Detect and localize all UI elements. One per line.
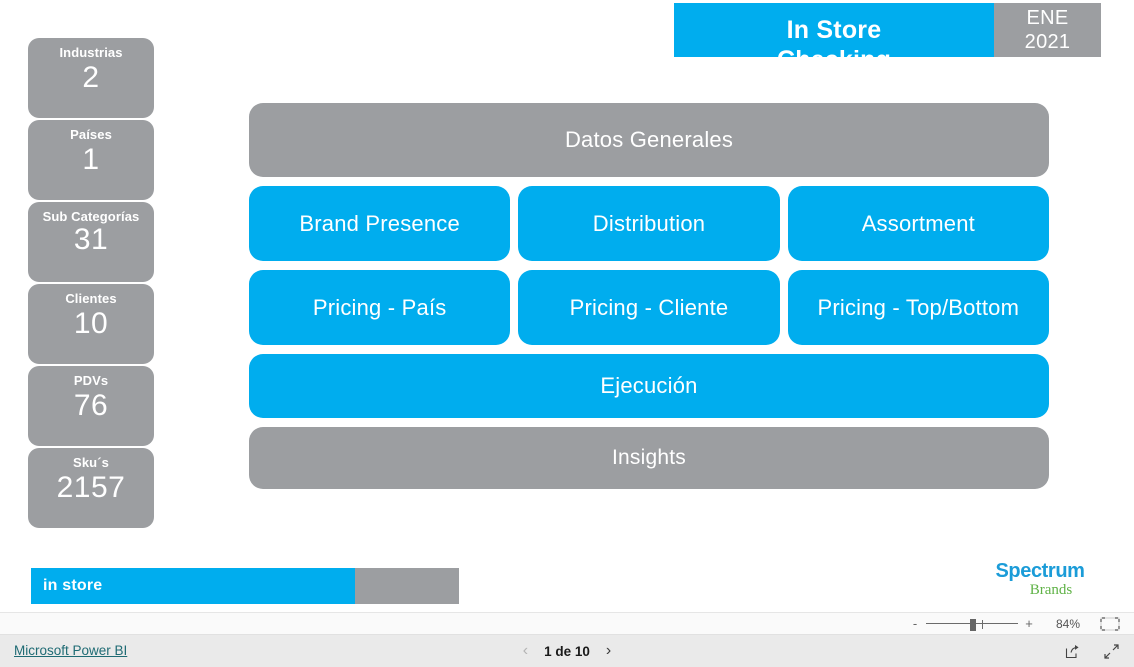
kpi-value: 76: [73, 389, 109, 422]
kpi-label: PDVs: [73, 373, 109, 388]
kpi-card-industrias[interactable]: Industrias 2: [28, 38, 154, 118]
status-bar: Microsoft Power BI ‹ 1 de 10 ›: [0, 635, 1134, 667]
kpi-value: 1: [82, 143, 100, 176]
nav-row-ejecucion: Ejecución: [249, 354, 1049, 418]
instore-badge-grey: [355, 568, 459, 604]
nav-row-datos-generales: Datos Generales: [249, 103, 1049, 177]
nav-row-pricing: Pricing - País Pricing - Cliente Pricing…: [249, 270, 1049, 345]
status-bar-actions: [1064, 643, 1120, 660]
nav-button-assortment[interactable]: Assortment: [787, 186, 1049, 261]
instore-badge-label: in store: [43, 577, 103, 594]
navigation-button-stack: Datos Generales Brand Presence Distribut…: [249, 103, 1049, 499]
kpi-label: Clientes: [65, 291, 117, 306]
nav-button-insights[interactable]: Insights: [249, 427, 1049, 489]
share-icon[interactable]: [1064, 643, 1081, 660]
spectrum-brands-logo: Spectrum Brands: [980, 560, 1100, 599]
logo-secondary-text: Brands: [1029, 582, 1073, 598]
chevron-left-icon[interactable]: ‹: [523, 643, 528, 659]
zoom-percent-label: 84%: [1055, 616, 1081, 631]
page-navigation: ‹ 1 de 10 ›: [0, 643, 1134, 659]
zoom-slider[interactable]: [926, 618, 1018, 631]
report-date-month: ENE: [1026, 7, 1069, 29]
nav-button-distribution[interactable]: Distribution: [518, 186, 780, 261]
report-title-line1: In Store: [786, 16, 882, 44]
logo-primary-text: Spectrum: [995, 560, 1085, 582]
page-indicator-label: 1 de 10: [544, 643, 590, 659]
nav-row-insights: Insights: [249, 427, 1049, 489]
fit-to-page-icon[interactable]: [1100, 616, 1120, 631]
zoom-toolbar: - + 84%: [0, 612, 1134, 635]
nav-button-ejecucion[interactable]: Ejecución: [249, 354, 1049, 418]
report-title-block: In Store Checking: [674, 3, 994, 57]
kpi-label: Sub Categorías: [42, 209, 140, 224]
instore-badge-blue: in store: [31, 568, 355, 604]
nav-button-brand-presence[interactable]: Brand Presence: [249, 186, 511, 261]
zoom-slider-thumb[interactable]: [970, 618, 976, 631]
report-date-block: ENE 2021: [994, 3, 1101, 57]
kpi-card-paises[interactable]: Países 1: [28, 120, 154, 200]
kpi-label: Sku´s: [73, 455, 109, 470]
nav-row-analysis: Brand Presence Distribution Assortment: [249, 186, 1049, 261]
kpi-label: Industrias: [59, 45, 123, 60]
kpi-card-skus[interactable]: Sku´s 2157: [28, 448, 154, 528]
report-title-line2: Checking: [777, 45, 891, 57]
chevron-right-icon[interactable]: ›: [606, 643, 611, 659]
kpi-card-sub-categorias[interactable]: Sub Categorías 31: [28, 202, 154, 282]
report-canvas: In Store Checking ENE 2021 Industrias 2 …: [0, 0, 1134, 612]
kpi-value: 10: [73, 307, 109, 340]
kpi-card-column: Industrias 2 Países 1 Sub Categorías 31 …: [28, 38, 154, 530]
kpi-card-clientes[interactable]: Clientes 10: [28, 284, 154, 364]
kpi-value: 2157: [56, 471, 126, 504]
nav-button-datos-generales[interactable]: Datos Generales: [249, 103, 1049, 177]
zoom-in-button[interactable]: +: [1022, 617, 1036, 630]
nav-button-pricing-cliente[interactable]: Pricing - Cliente: [518, 270, 780, 345]
kpi-label: Países: [70, 127, 112, 142]
kpi-card-pdvs[interactable]: PDVs 76: [28, 366, 154, 446]
kpi-value: 31: [73, 223, 109, 256]
fullscreen-icon[interactable]: [1103, 643, 1120, 660]
zoom-out-button[interactable]: -: [908, 617, 922, 630]
zoom-slider-tick: [982, 619, 983, 629]
instore-brand-badge: in store: [31, 568, 459, 604]
report-date-year: 2021: [1024, 31, 1071, 53]
power-bi-report-viewer: In Store Checking ENE 2021 Industrias 2 …: [0, 0, 1134, 667]
nav-button-pricing-top-bottom[interactable]: Pricing - Top/Bottom: [787, 270, 1049, 345]
kpi-value: 2: [82, 61, 100, 94]
nav-button-pricing-pais[interactable]: Pricing - País: [249, 270, 511, 345]
